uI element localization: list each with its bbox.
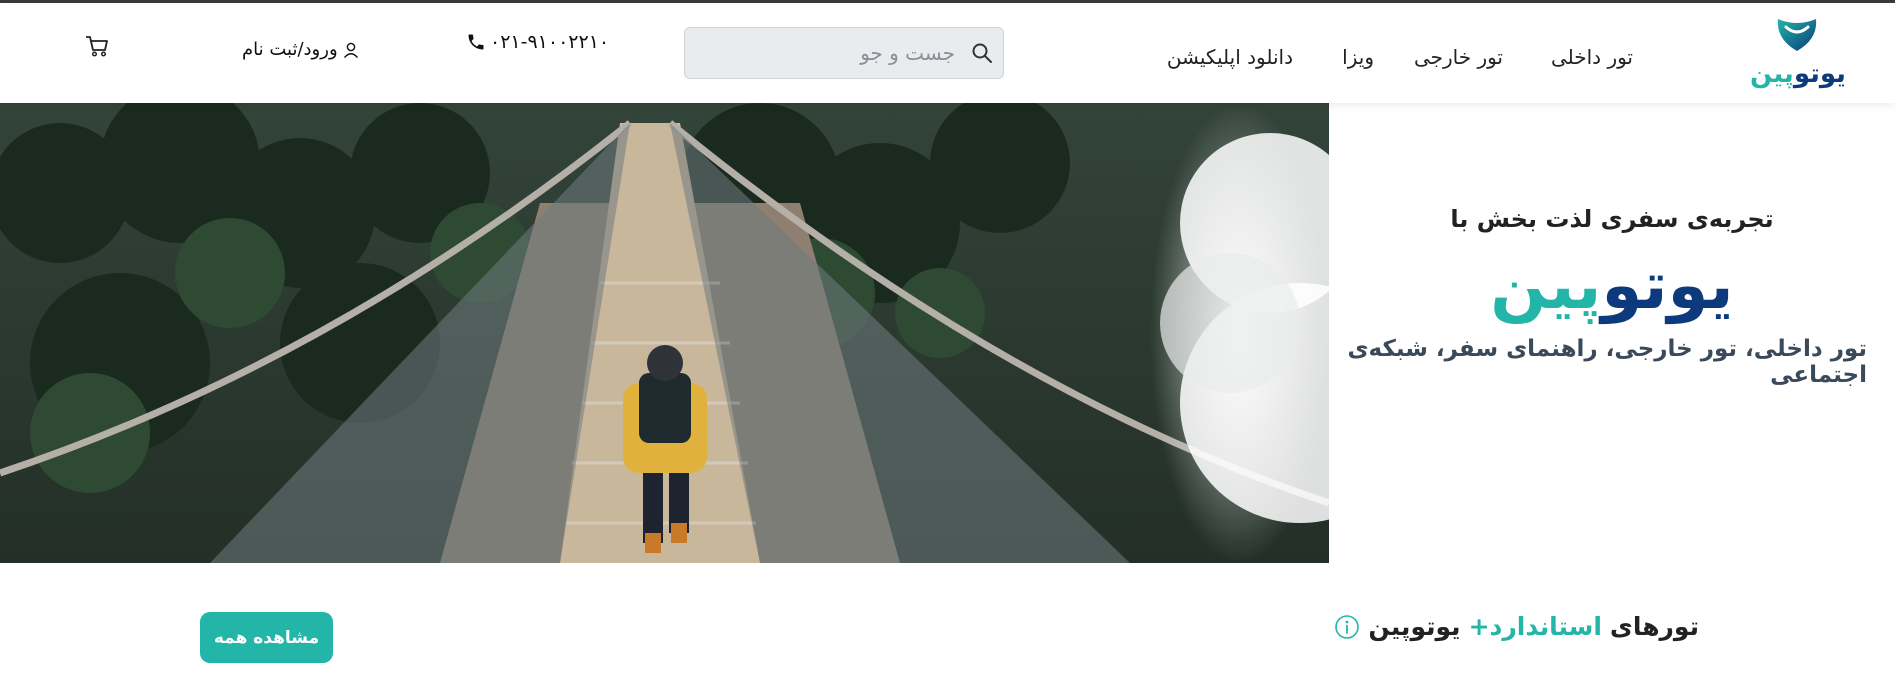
section-title-accent: استاندارد+ <box>1468 612 1602 641</box>
login-register-link[interactable]: ورود/ثبت نام <box>242 39 360 60</box>
phone-icon <box>468 34 484 50</box>
search-input[interactable] <box>685 28 1003 78</box>
hero-image <box>0 103 1329 563</box>
logo-wordmark: یوتوپین <box>1750 59 1846 89</box>
nav-download-app[interactable]: دانلود اپلیکیشن <box>1167 45 1293 69</box>
view-all-button[interactable]: مشاهده همه <box>200 612 333 663</box>
phone-number: ۰۲۱-۹۱۰۰۲۲۱۰ <box>490 31 610 53</box>
section-title-suffix: یوتوپین <box>1368 612 1461 641</box>
info-icon[interactable] <box>1334 614 1360 640</box>
cart-button[interactable] <box>84 33 110 63</box>
nav-foreign-tours[interactable]: تور خارجی <box>1414 45 1503 69</box>
hero-image-bridge-illustration <box>0 103 1329 563</box>
user-icon <box>343 42 358 58</box>
site-logo[interactable]: یوتوپین <box>1750 17 1846 89</box>
support-phone[interactable]: ۰۲۱-۹۱۰۰۲۲۱۰ <box>466 31 609 53</box>
nav-visa[interactable]: ویزا <box>1342 45 1374 69</box>
nav-domestic-tours[interactable]: تور داخلی <box>1551 45 1633 69</box>
section-title: تورهای استاندارد+ یوتوپین <box>1334 612 1699 641</box>
cart-icon <box>86 36 108 57</box>
section-title-prefix: تورهای <box>1609 612 1699 641</box>
site-header: یوتوپین تور داخلی تور خارجی ویزا دانلود … <box>0 3 1895 103</box>
hero-subtitle: تور داخلی، تور خارجی، راهنمای سفر، شبکه‌… <box>1347 336 1867 388</box>
hero-brand-name: یوتوپین <box>1490 247 1734 324</box>
hero-text-panel: تجربه‌ی سفری لذت بخش با یوتوپین تور داخل… <box>1329 103 1895 563</box>
search-box[interactable] <box>684 27 1004 79</box>
logo-shield-icon <box>1777 19 1817 51</box>
login-label: ورود/ثبت نام <box>242 39 338 60</box>
hero-title: تجربه‌ی سفری لذت بخش با <box>1450 205 1774 233</box>
